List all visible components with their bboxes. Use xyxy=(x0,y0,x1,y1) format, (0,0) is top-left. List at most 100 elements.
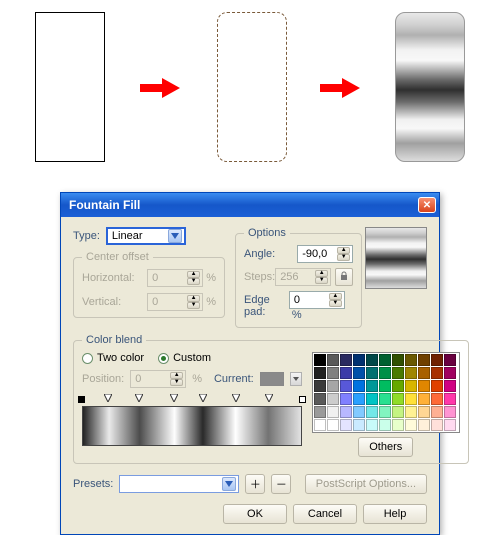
preset-remove-button[interactable]: － xyxy=(271,474,291,494)
gradient-stop[interactable] xyxy=(135,394,143,402)
palette-swatch[interactable] xyxy=(418,367,430,379)
palette-swatch[interactable] xyxy=(392,367,404,379)
palette-swatch[interactable] xyxy=(444,419,456,431)
palette-swatch[interactable] xyxy=(327,367,339,379)
position-input: 0 ▲▼ xyxy=(130,370,186,388)
palette-swatch[interactable] xyxy=(392,354,404,366)
palette-swatch[interactable] xyxy=(431,354,443,366)
palette-swatch[interactable] xyxy=(418,393,430,405)
palette-swatch[interactable] xyxy=(431,380,443,392)
palette-swatch[interactable] xyxy=(314,380,326,392)
palette-swatch[interactable] xyxy=(379,419,391,431)
palette-swatch[interactable] xyxy=(405,380,417,392)
palette-swatch[interactable] xyxy=(405,367,417,379)
palette-swatch[interactable] xyxy=(340,393,352,405)
palette-swatch[interactable] xyxy=(353,393,365,405)
palette-swatch[interactable] xyxy=(366,367,378,379)
palette-swatch[interactable] xyxy=(444,393,456,405)
palette-swatch[interactable] xyxy=(366,380,378,392)
palette-swatch[interactable] xyxy=(444,380,456,392)
color-palette[interactable] xyxy=(312,352,460,433)
gradient-stop[interactable] xyxy=(232,394,240,402)
palette-swatch[interactable] xyxy=(379,406,391,418)
palette-swatch[interactable] xyxy=(431,419,443,431)
palette-swatch[interactable] xyxy=(379,393,391,405)
palette-swatch[interactable] xyxy=(379,380,391,392)
current-swatch[interactable] xyxy=(260,372,284,386)
custom-radio[interactable]: Custom xyxy=(158,352,211,364)
ok-button[interactable]: OK xyxy=(223,504,287,524)
palette-swatch[interactable] xyxy=(327,354,339,366)
others-button[interactable]: Others xyxy=(358,437,413,457)
palette-swatch[interactable] xyxy=(327,380,339,392)
close-icon: ✕ xyxy=(423,200,431,211)
palette-swatch[interactable] xyxy=(405,419,417,431)
palette-swatch[interactable] xyxy=(314,406,326,418)
close-button[interactable]: ✕ xyxy=(418,197,436,213)
palette-swatch[interactable] xyxy=(379,354,391,366)
gradient-stop-end[interactable] xyxy=(299,396,306,403)
palette-swatch[interactable] xyxy=(340,380,352,392)
palette-swatch[interactable] xyxy=(340,354,352,366)
gradient-editor[interactable] xyxy=(82,394,302,446)
preset-add-button[interactable]: ＋ xyxy=(245,474,265,494)
titlebar[interactable]: Fountain Fill ✕ xyxy=(61,193,439,217)
two-color-radio[interactable]: Two color xyxy=(82,352,144,364)
presets-combo[interactable] xyxy=(119,475,239,493)
palette-swatch[interactable] xyxy=(444,406,456,418)
palette-swatch[interactable] xyxy=(418,380,430,392)
position-label: Position: xyxy=(82,373,124,385)
palette-swatch[interactable] xyxy=(366,354,378,366)
palette-swatch[interactable] xyxy=(353,419,365,431)
palette-swatch[interactable] xyxy=(418,406,430,418)
palette-swatch[interactable] xyxy=(327,393,339,405)
gradient-stop[interactable] xyxy=(199,394,207,402)
palette-swatch[interactable] xyxy=(418,354,430,366)
help-button[interactable]: Help xyxy=(363,504,427,524)
palette-swatch[interactable] xyxy=(444,367,456,379)
palette-swatch[interactable] xyxy=(353,406,365,418)
palette-swatch[interactable] xyxy=(366,393,378,405)
palette-swatch[interactable] xyxy=(314,354,326,366)
palette-swatch[interactable] xyxy=(366,419,378,431)
palette-swatch[interactable] xyxy=(353,354,365,366)
palette-swatch[interactable] xyxy=(353,367,365,379)
palette-swatch[interactable] xyxy=(392,393,404,405)
gradient-stop[interactable] xyxy=(104,394,112,402)
palette-swatch[interactable] xyxy=(340,367,352,379)
gradient-stop-start[interactable] xyxy=(78,396,85,403)
palette-swatch[interactable] xyxy=(340,406,352,418)
palette-swatch[interactable] xyxy=(405,393,417,405)
palette-swatch[interactable] xyxy=(379,367,391,379)
palette-swatch[interactable] xyxy=(418,419,430,431)
palette-swatch[interactable] xyxy=(444,354,456,366)
lock-button[interactable] xyxy=(335,268,353,286)
palette-swatch[interactable] xyxy=(340,419,352,431)
palette-swatch[interactable] xyxy=(314,419,326,431)
angle-input[interactable]: -90,0 ▲▼ xyxy=(297,245,353,263)
gradient-stop[interactable] xyxy=(265,394,273,402)
palette-swatch[interactable] xyxy=(314,367,326,379)
palette-swatch[interactable] xyxy=(392,406,404,418)
palette-swatch[interactable] xyxy=(392,380,404,392)
palette-swatch[interactable] xyxy=(431,406,443,418)
edgepad-input[interactable]: 0 ▲▼ xyxy=(289,291,345,309)
current-dropdown[interactable] xyxy=(290,372,302,386)
gradient-preview[interactable] xyxy=(365,227,427,289)
gradient-stop[interactable] xyxy=(170,394,178,402)
palette-swatch[interactable] xyxy=(405,406,417,418)
dialog-title: Fountain Fill xyxy=(69,198,140,212)
palette-swatch[interactable] xyxy=(353,380,365,392)
gradient-ramp[interactable] xyxy=(82,406,302,446)
palette-swatch[interactable] xyxy=(431,393,443,405)
palette-swatch[interactable] xyxy=(366,406,378,418)
type-combo[interactable]: Linear xyxy=(106,227,186,245)
shape-gradient-rect xyxy=(395,12,465,162)
cancel-button[interactable]: Cancel xyxy=(293,504,357,524)
palette-swatch[interactable] xyxy=(314,393,326,405)
palette-swatch[interactable] xyxy=(327,419,339,431)
palette-swatch[interactable] xyxy=(392,419,404,431)
palette-swatch[interactable] xyxy=(327,406,339,418)
palette-swatch[interactable] xyxy=(405,354,417,366)
palette-swatch[interactable] xyxy=(431,367,443,379)
